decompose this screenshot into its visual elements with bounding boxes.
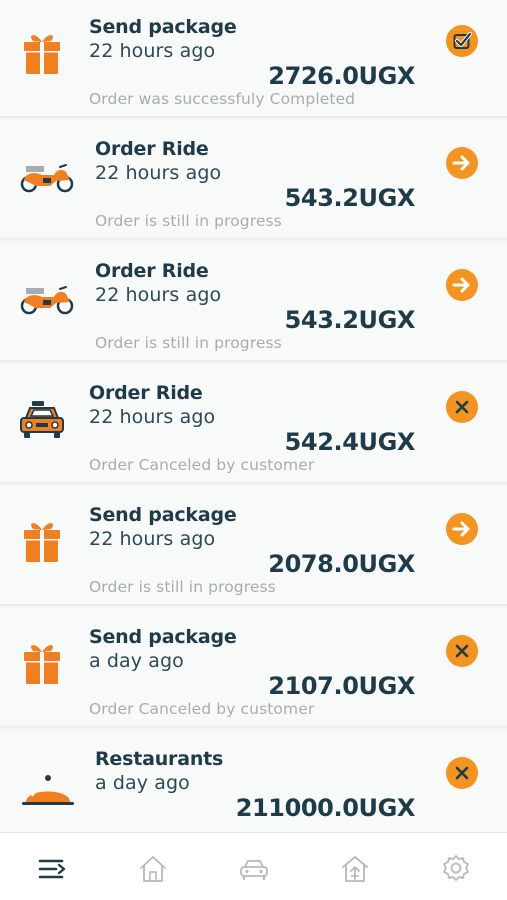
order-time: a day ago xyxy=(95,772,190,794)
order-status: Order is still in progress xyxy=(95,212,282,230)
order-amount: 211000.0UGX xyxy=(235,794,416,822)
upload-home-icon xyxy=(342,856,368,882)
gift-icon xyxy=(16,28,78,80)
order-amount: 2726.0UGX xyxy=(268,62,415,90)
order-action-button[interactable] xyxy=(446,147,478,179)
order-time: a day ago xyxy=(89,650,184,672)
arrow-right-icon xyxy=(452,521,470,537)
bottom-tab-bar xyxy=(0,832,507,900)
order-row[interactable]: Send package a day ago 2107.0UGX Order C… xyxy=(0,608,507,728)
order-time: 22 hours ago xyxy=(89,40,216,62)
order-action-button[interactable] xyxy=(446,269,478,301)
order-amount: 543.2UGX xyxy=(284,184,416,212)
order-action-button[interactable] xyxy=(446,635,478,667)
order-title: Send package xyxy=(89,504,237,526)
order-title: Order Ride xyxy=(95,138,209,160)
order-row[interactable]: Order Ride 22 hours ago 543.2UGX Order i… xyxy=(0,120,507,240)
check-icon xyxy=(453,32,472,49)
order-row[interactable]: Send package 22 hours ago 2726.0UGX Orde… xyxy=(0,0,507,118)
car-icon xyxy=(240,860,268,881)
order-row[interactable]: Restaurants a day ago 211000.0UGX xyxy=(0,730,507,832)
order-status: Order Canceled by customer xyxy=(89,700,315,718)
order-status: Order is still in progress xyxy=(95,334,282,352)
order-row[interactable]: Order Ride 22 hours ago 543.2UGX Order i… xyxy=(0,242,507,362)
menu-icon xyxy=(38,859,66,879)
order-list: Send package 22 hours ago 2726.0UGX Orde… xyxy=(0,0,507,832)
order-time: 22 hours ago xyxy=(95,162,222,184)
motorcycle-icon xyxy=(16,150,78,202)
food-cloche-icon xyxy=(16,766,78,818)
motorcycle-icon xyxy=(16,272,78,324)
home-icon xyxy=(140,856,166,882)
order-amount: 2078.0UGX xyxy=(268,550,415,578)
tab-settings[interactable] xyxy=(440,853,472,885)
order-history-screen: Send package 22 hours ago 2726.0UGX Orde… xyxy=(0,0,507,900)
close-icon xyxy=(455,766,469,780)
order-title: Send package xyxy=(89,626,237,648)
order-amount: 542.4UGX xyxy=(284,428,416,456)
order-status: Order Canceled by customer xyxy=(89,456,315,474)
gift-icon xyxy=(16,516,78,568)
order-title: Send package xyxy=(89,16,237,38)
close-icon xyxy=(455,644,469,658)
order-title: Order Ride xyxy=(95,260,209,282)
order-title: Restaurants xyxy=(95,748,224,770)
order-action-button[interactable] xyxy=(446,757,478,789)
order-row[interactable]: Send package 22 hours ago 2078.0UGX Orde… xyxy=(0,486,507,606)
order-action-button[interactable] xyxy=(446,25,478,57)
order-amount: 543.2UGX xyxy=(284,306,416,334)
arrow-right-icon xyxy=(452,277,470,293)
gift-icon xyxy=(16,638,78,690)
order-time: 22 hours ago xyxy=(89,528,216,550)
taxi-icon xyxy=(16,394,78,446)
order-time: 22 hours ago xyxy=(95,284,222,306)
gear-icon xyxy=(443,855,469,881)
order-amount: 2107.0UGX xyxy=(268,672,415,700)
order-status: Order is still in progress xyxy=(89,578,276,596)
close-icon xyxy=(455,400,469,414)
tab-send[interactable] xyxy=(339,853,371,885)
order-status: Order was successfuly Completed xyxy=(89,90,356,108)
arrow-right-icon xyxy=(452,155,470,171)
tab-home[interactable] xyxy=(137,853,169,885)
order-time: 22 hours ago xyxy=(89,406,216,428)
order-title: Order Ride xyxy=(89,382,203,404)
order-row[interactable]: Order Ride 22 hours ago 542.4UGX Order C… xyxy=(0,364,507,484)
tab-menu[interactable] xyxy=(36,853,68,885)
tab-ride[interactable] xyxy=(238,853,270,885)
order-action-button[interactable] xyxy=(446,513,478,545)
order-action-button[interactable] xyxy=(446,391,478,423)
